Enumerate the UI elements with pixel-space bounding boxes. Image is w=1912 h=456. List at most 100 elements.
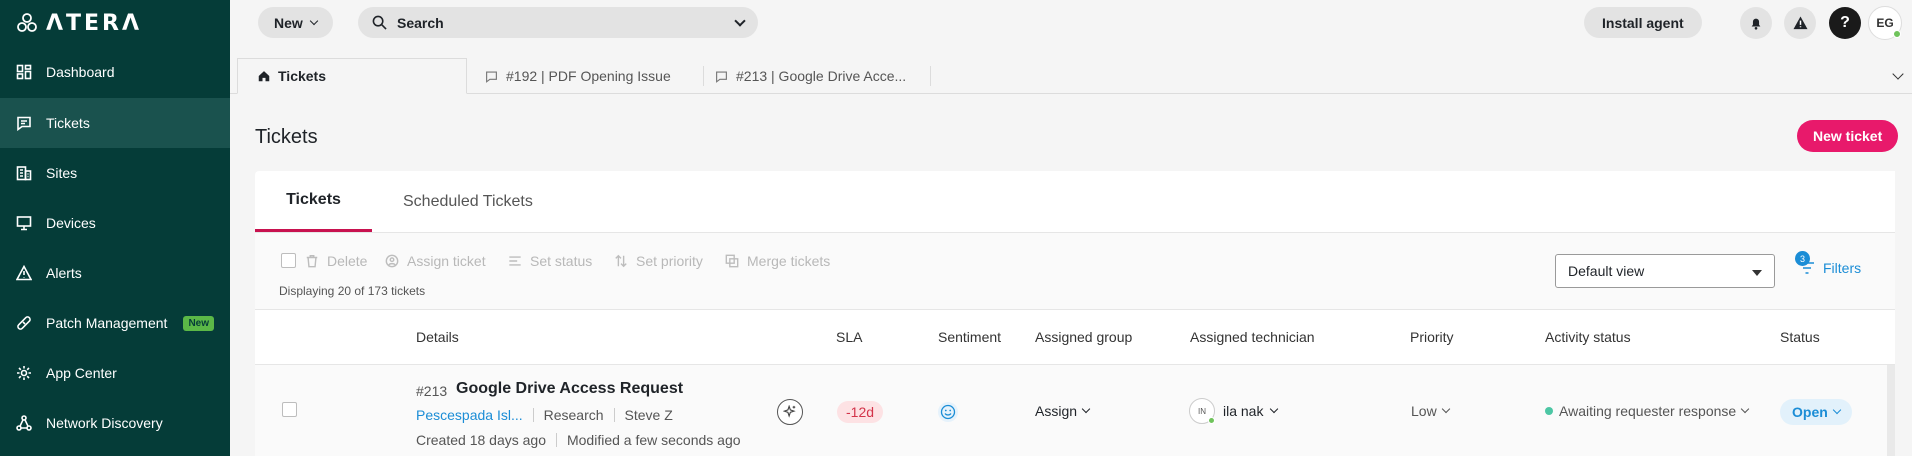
open-tabs-strip: Tickets #192 | PDF Opening Issue #213 | … [230, 58, 1912, 94]
ticket-icon [716, 70, 727, 83]
view-select-value: Default view [1568, 263, 1645, 279]
alerts-button[interactable] [1784, 7, 1816, 39]
vertical-scrollbar[interactable] [1887, 365, 1895, 456]
column-header-sla[interactable]: SLA [836, 329, 862, 345]
alert-icon [16, 265, 32, 281]
search-icon [372, 15, 387, 30]
help-button[interactable]: ? [1829, 7, 1861, 39]
bulk-actions-bar: Delete Assign ticket Set status Set prio… [255, 233, 1895, 309]
column-header-priority[interactable]: Priority [1410, 329, 1454, 345]
status-value: Open [1792, 404, 1828, 420]
user-initials: EG [1876, 16, 1894, 30]
table-header: Details SLA Sentiment Assigned group Ass… [255, 309, 1895, 365]
activity-status-value: Awaiting requester response [1559, 403, 1737, 419]
sentiment-smile-icon [938, 402, 958, 422]
set-status-button[interactable]: Set status [508, 253, 592, 269]
created-date: Created 18 days ago [416, 432, 546, 448]
delete-button[interactable]: Delete [305, 253, 367, 269]
assign-ticket-label: Assign ticket [407, 253, 486, 269]
results-count: Displaying 20 of 173 tickets [279, 284, 426, 298]
chevron-down-icon[interactable] [734, 14, 746, 27]
technician-initials: IN [1198, 406, 1206, 416]
search-bar[interactable] [358, 7, 758, 38]
tab-scheduled-tickets[interactable]: Scheduled Tickets [403, 171, 533, 232]
bandage-icon [16, 315, 32, 331]
sla-badge: -12d [837, 401, 884, 423]
page-title: Tickets [255, 126, 318, 148]
sparkle-icon [783, 405, 796, 418]
sidebar: ΛTERΛ Dashboard Tickets Sites Devices Al… [0, 0, 230, 456]
chevron-down-icon [1832, 405, 1842, 415]
notifications-button[interactable] [1740, 7, 1772, 39]
merge-tickets-button[interactable]: Merge tickets [725, 253, 830, 269]
sidebar-item-app-center[interactable]: App Center [0, 348, 230, 398]
new-button-label: New [274, 14, 303, 31]
site-link[interactable]: Pescespada Isl... [416, 407, 523, 423]
new-ticket-button[interactable]: New ticket [1797, 120, 1899, 152]
warning-icon [1793, 16, 1807, 30]
app-logo[interactable]: ΛTERΛ [0, 0, 230, 46]
sidebar-item-devices[interactable]: Devices [0, 198, 230, 248]
department: Research [543, 407, 604, 423]
home-icon [258, 71, 270, 82]
tab-tickets-list[interactable]: Tickets [255, 171, 372, 232]
assigned-technician-dropdown[interactable]: IN ila nak [1189, 398, 1279, 424]
priority-dropdown[interactable]: Low [1411, 403, 1450, 419]
column-header-sentiment[interactable]: Sentiment [938, 329, 1001, 345]
sidebar-item-label: Sites [46, 165, 78, 181]
online-status-dot [1208, 417, 1215, 424]
column-header-status[interactable]: Status [1780, 329, 1820, 345]
separator [532, 408, 534, 422]
sidebar-item-dashboard[interactable]: Dashboard [0, 47, 230, 97]
separator [555, 433, 557, 447]
sidebar-item-patch-management[interactable]: Patch Management New [0, 298, 230, 348]
user-avatar[interactable]: EG [1868, 6, 1902, 40]
separator [613, 408, 615, 422]
tab-ticket-213[interactable]: #213 | Google Drive Acce... [715, 58, 906, 94]
new-button[interactable]: New [258, 7, 333, 38]
set-priority-button[interactable]: Set priority [614, 253, 703, 269]
tab-label: Tickets [278, 68, 326, 84]
column-header-activity-status[interactable]: Activity status [1545, 329, 1631, 345]
set-priority-label: Set priority [636, 253, 703, 269]
column-header-assigned-group[interactable]: Assigned group [1035, 329, 1132, 345]
install-agent-button[interactable]: Install agent [1584, 7, 1702, 38]
priority-value: Low [1411, 403, 1437, 419]
view-select[interactable]: Default view [1555, 254, 1775, 288]
table-row[interactable]: #213 Google Drive Access Request Pescesp… [255, 365, 1895, 456]
assign-ticket-button[interactable]: Assign ticket [385, 253, 486, 269]
gear-icon [16, 365, 32, 381]
column-header-assigned-technician[interactable]: Assigned technician [1190, 329, 1315, 345]
list-icon [509, 256, 521, 266]
logo-icon [17, 13, 37, 32]
sidebar-item-sites[interactable]: Sites [0, 148, 230, 198]
requester: Steve Z [624, 407, 673, 423]
assigned-group-dropdown[interactable]: Assign [1035, 403, 1091, 419]
tabs-overflow-chevron-icon[interactable] [1892, 68, 1904, 80]
search-input[interactable] [397, 14, 726, 31]
ticket-title[interactable]: Google Drive Access Request [456, 380, 683, 398]
sidebar-item-network-discovery[interactable]: Network Discovery [0, 398, 230, 448]
logo-text: ΛTERΛ [46, 10, 143, 36]
column-header-details[interactable]: Details [416, 329, 459, 345]
ai-assist-button[interactable] [777, 399, 803, 425]
sidebar-item-tickets[interactable]: Tickets [0, 98, 230, 148]
new-badge: New [183, 315, 214, 331]
tab-label: Scheduled Tickets [403, 192, 533, 210]
technician-name: ila nak [1223, 403, 1264, 419]
filters-button[interactable]: 3 Filters [1795, 251, 1861, 276]
sort-arrows-icon [615, 254, 627, 268]
chevron-down-icon [1081, 404, 1091, 414]
row-checkbox[interactable] [282, 402, 297, 417]
tab-ticket-192[interactable]: #192 | PDF Opening Issue [485, 58, 671, 94]
select-all-checkbox[interactable] [281, 253, 296, 268]
status-dropdown[interactable]: Open [1780, 399, 1852, 425]
caret-down-icon [1752, 263, 1762, 279]
set-status-label: Set status [530, 253, 593, 269]
activity-status-dropdown[interactable]: Awaiting requester response [1545, 403, 1750, 419]
sidebar-item-alerts[interactable]: Alerts [0, 248, 230, 298]
tab-tickets[interactable]: Tickets [237, 58, 467, 94]
chevron-down-icon [1740, 404, 1750, 414]
tab-label: #192 | PDF Opening Issue [506, 68, 671, 84]
tab-separator [930, 66, 931, 86]
